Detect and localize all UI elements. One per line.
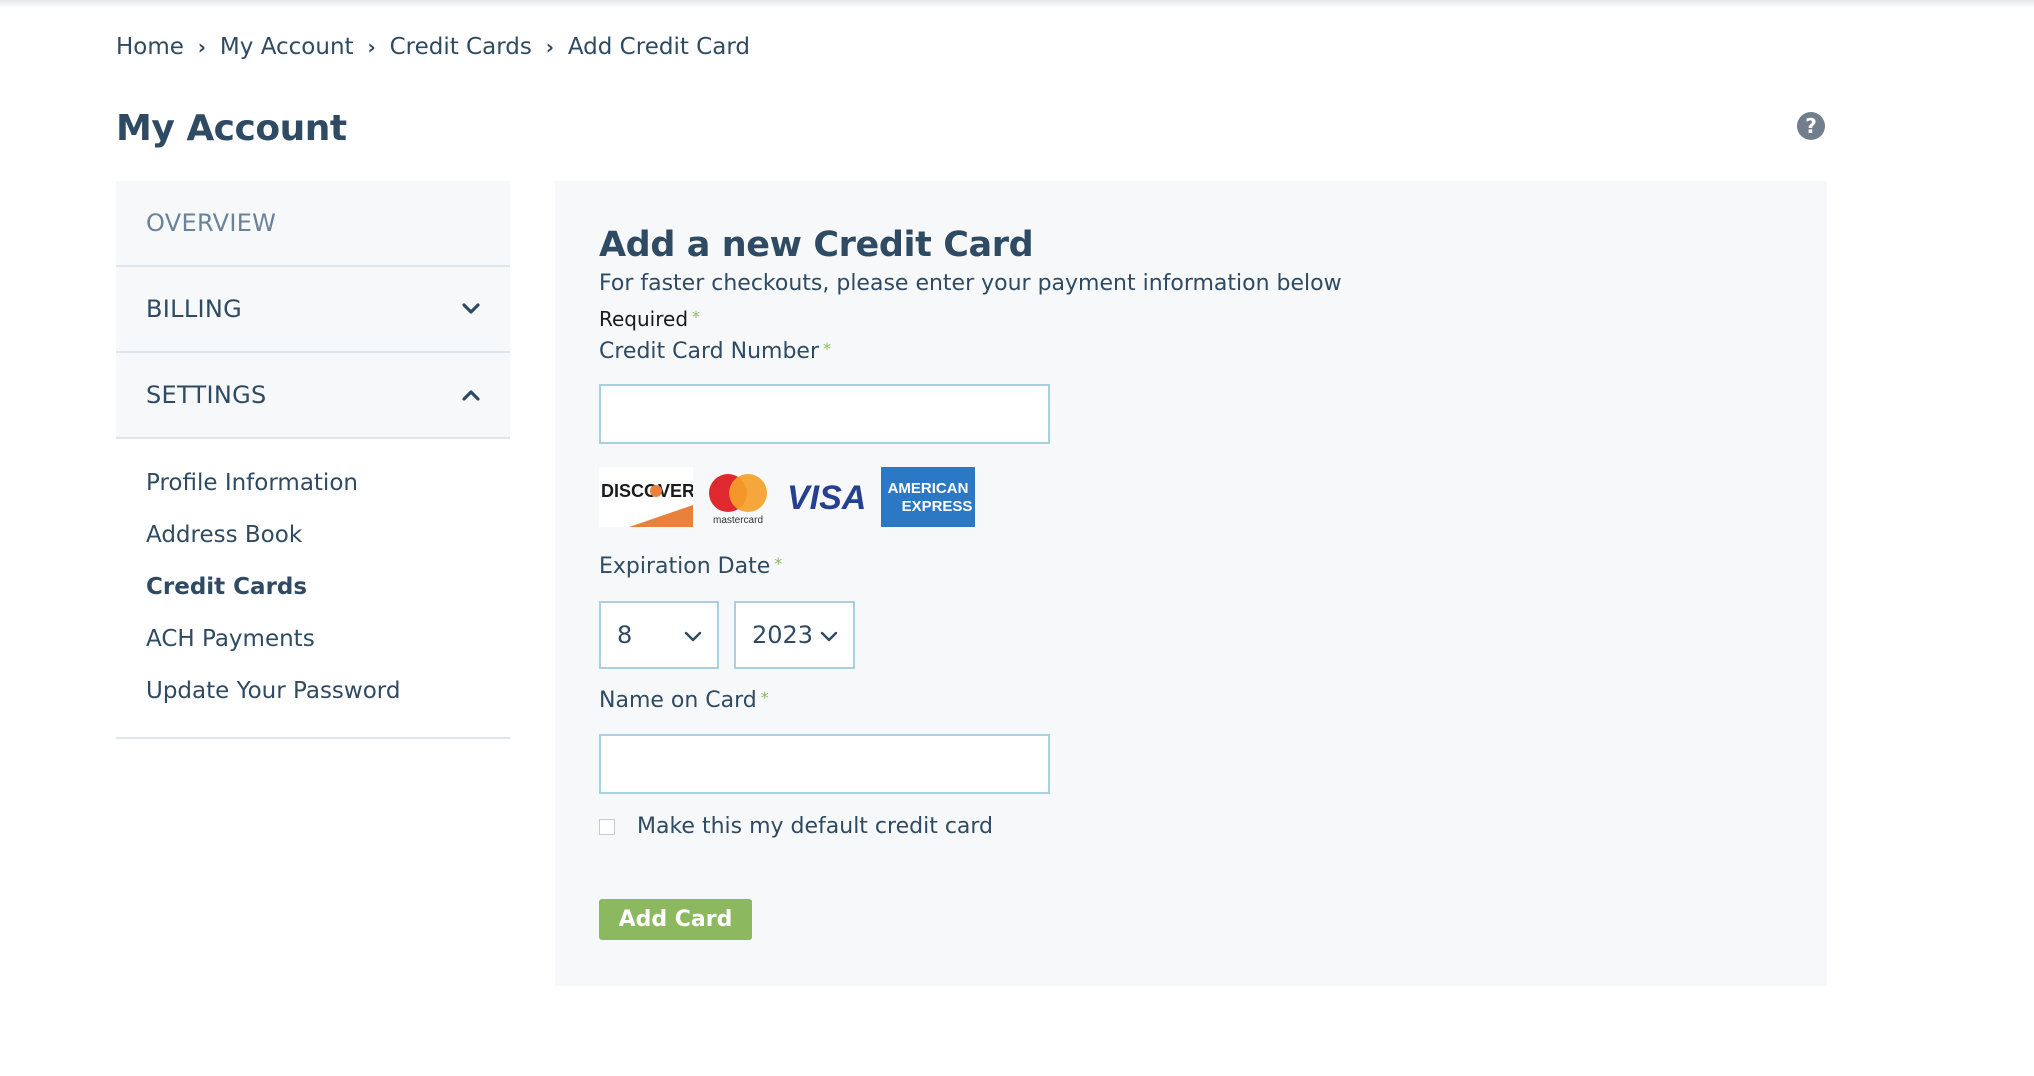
- breadcrumb-credit-cards[interactable]: Credit Cards: [390, 34, 532, 60]
- svg-text:DISCOVER: DISCOVER: [601, 481, 693, 501]
- discover-logo-icon: DISCOVER: [599, 467, 693, 527]
- default-card-checkbox[interactable]: [599, 818, 615, 835]
- breadcrumb-separator-icon: ›: [197, 35, 207, 59]
- selected-month: 8: [617, 621, 633, 649]
- breadcrumb-my-account[interactable]: My Account: [220, 34, 354, 60]
- chevron-down-icon: [684, 631, 702, 642]
- name-on-card-label-text: Name on Card: [599, 688, 757, 713]
- required-marker: *: [692, 307, 701, 326]
- sidebar: OVERVIEW BILLING SETTINGS Profile Inform…: [116, 181, 510, 739]
- svg-text:EXPRESS: EXPRESS: [902, 498, 973, 515]
- visa-logo-icon: VISA: [787, 479, 866, 517]
- sidebar-item-overview[interactable]: OVERVIEW: [116, 181, 510, 267]
- card-number-label: Credit Card Number *: [599, 339, 831, 364]
- required-note: Required *: [599, 307, 700, 331]
- breadcrumb-separator-icon: ›: [545, 35, 554, 59]
- svg-text:AMERICAN: AMERICAN: [888, 480, 969, 497]
- sidebar-item-label: BILLING: [146, 295, 243, 323]
- default-card-row: Make this my default credit card: [599, 814, 993, 839]
- form-subtitle: For faster checkouts, please enter your …: [599, 271, 1342, 296]
- svg-text:mastercard: mastercard: [713, 515, 763, 526]
- breadcrumb-separator-icon: ›: [367, 35, 376, 59]
- required-marker: *: [823, 339, 831, 358]
- chevron-up-icon: [462, 390, 480, 401]
- sidebar-item-address-book[interactable]: Address Book: [116, 509, 510, 561]
- accepted-cards: DISCOVER mastercard VISA AMERICAN EXPRES…: [599, 467, 983, 527]
- sidebar-item-ach-payments[interactable]: ACH Payments: [116, 613, 510, 665]
- add-card-button[interactable]: Add Card: [599, 899, 752, 940]
- sidebar-item-profile-information[interactable]: Profile Information: [116, 457, 510, 509]
- page-title: My Account: [116, 108, 347, 149]
- required-marker: *: [760, 688, 769, 707]
- mastercard-logo-icon: mastercard: [709, 474, 767, 526]
- sidebar-item-update-password[interactable]: Update Your Password: [116, 665, 510, 717]
- sidebar-item-credit-cards[interactable]: Credit Cards: [116, 561, 510, 613]
- help-icon[interactable]: ?: [1797, 112, 1825, 140]
- expiration-year-select[interactable]: 2023: [734, 601, 855, 669]
- sidebar-item-settings[interactable]: SETTINGS: [116, 353, 510, 439]
- chevron-down-icon: [462, 303, 480, 314]
- breadcrumb-home[interactable]: Home: [116, 34, 184, 60]
- selected-year: 2023: [752, 621, 814, 649]
- sidebar-item-billing[interactable]: BILLING: [116, 267, 510, 353]
- chevron-down-icon: [820, 631, 838, 642]
- breadcrumb: Home › My Account › Credit Cards › Add C…: [116, 34, 750, 60]
- required-note-text: Required: [599, 307, 689, 331]
- name-on-card-label: Name on Card *: [599, 688, 769, 713]
- required-marker: *: [774, 554, 783, 573]
- sidebar-item-label: SETTINGS: [146, 381, 267, 409]
- name-on-card-input[interactable]: [599, 734, 1050, 794]
- svg-text:VISA: VISA: [787, 479, 866, 517]
- expiration-month-select[interactable]: 8: [599, 601, 719, 669]
- expiration-label-text: Expiration Date: [599, 554, 771, 579]
- amex-logo-icon: AMERICAN EXPRESS: [881, 467, 975, 527]
- default-card-label[interactable]: Make this my default credit card: [637, 814, 993, 839]
- expiration-label: Expiration Date *: [599, 554, 782, 579]
- top-shadow: [0, 0, 2034, 8]
- card-number-input[interactable]: [599, 384, 1050, 444]
- card-number-label-text: Credit Card Number: [599, 339, 819, 364]
- breadcrumb-add-credit-card[interactable]: Add Credit Card: [568, 34, 750, 60]
- settings-submenu: Profile Information Address Book Credit …: [116, 439, 510, 739]
- form-title: Add a new Credit Card: [599, 225, 1034, 265]
- add-card-panel: Add a new Credit Card For faster checkou…: [555, 181, 1827, 986]
- sidebar-item-label: OVERVIEW: [146, 209, 277, 237]
